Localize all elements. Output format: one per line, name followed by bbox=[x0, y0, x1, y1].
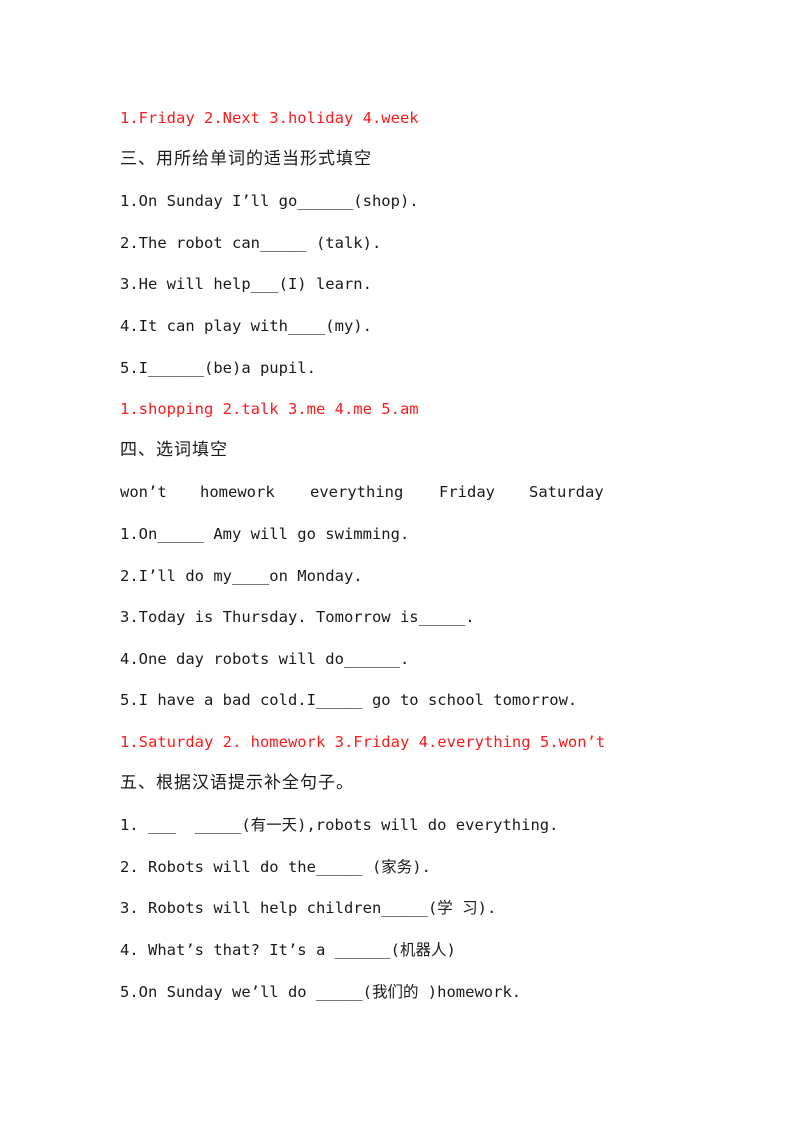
word-bank-item: homework bbox=[200, 483, 275, 501]
word-bank-item: won’t bbox=[120, 483, 167, 501]
section-4-title: 四、选词填空 bbox=[120, 440, 228, 460]
section-3-question: 4.It can play with____(my). bbox=[120, 317, 372, 335]
section-4-question: 2.I’ll do my____on Monday. bbox=[120, 567, 363, 585]
word-bank-item: Saturday bbox=[529, 483, 604, 501]
section-5-question: 3. Robots will help children_____(学 习). bbox=[120, 899, 497, 917]
section-3-question: 5.I______(be)a pupil. bbox=[120, 359, 316, 377]
section-5-question: 1. ___ _____(有一天),robots will do everyth… bbox=[120, 816, 559, 834]
section-3-question: 2.The robot can_____ (talk). bbox=[120, 234, 382, 252]
section-3-question: 3.He will help___(I) learn. bbox=[120, 275, 372, 293]
word-bank-item: everything bbox=[310, 483, 404, 501]
section-4-question: 3.Today is Thursday. Tomorrow is_____. bbox=[120, 608, 475, 626]
section-5-question: 2. Robots will do the_____ (家务). bbox=[120, 858, 431, 876]
answer-key-section-4: 1.Saturday 2. homework 3.Friday 4.everyt… bbox=[120, 733, 606, 751]
section-5-title: 五、根据汉语提示补全句子。 bbox=[120, 773, 354, 793]
word-bank: won’t homework everything Friday Saturda… bbox=[120, 482, 604, 502]
answer-key-section-3: 1.shopping 2.talk 3.me 4.me 5.am bbox=[120, 400, 419, 418]
section-4-question: 5.I have a bad cold.I_____ go to school … bbox=[120, 691, 578, 709]
section-5-question: 5.On Sunday we’ll do _____(我们的 )homework… bbox=[120, 983, 522, 1001]
section-4-question: 1.On_____ Amy will go swimming. bbox=[120, 525, 410, 543]
answer-key-section-2: 1.Friday 2.Next 3.holiday 4.week bbox=[120, 109, 419, 127]
section-3-question: 1.On Sunday I’ll go______(shop). bbox=[120, 192, 419, 210]
section-4-question: 4.One day robots will do______. bbox=[120, 650, 410, 668]
section-3-title: 三、用所给单词的适当形式填空 bbox=[120, 149, 372, 169]
section-5-question: 4. What’s that? It’s a ______(机器人) bbox=[120, 941, 456, 959]
word-bank-item: Friday bbox=[439, 483, 495, 501]
